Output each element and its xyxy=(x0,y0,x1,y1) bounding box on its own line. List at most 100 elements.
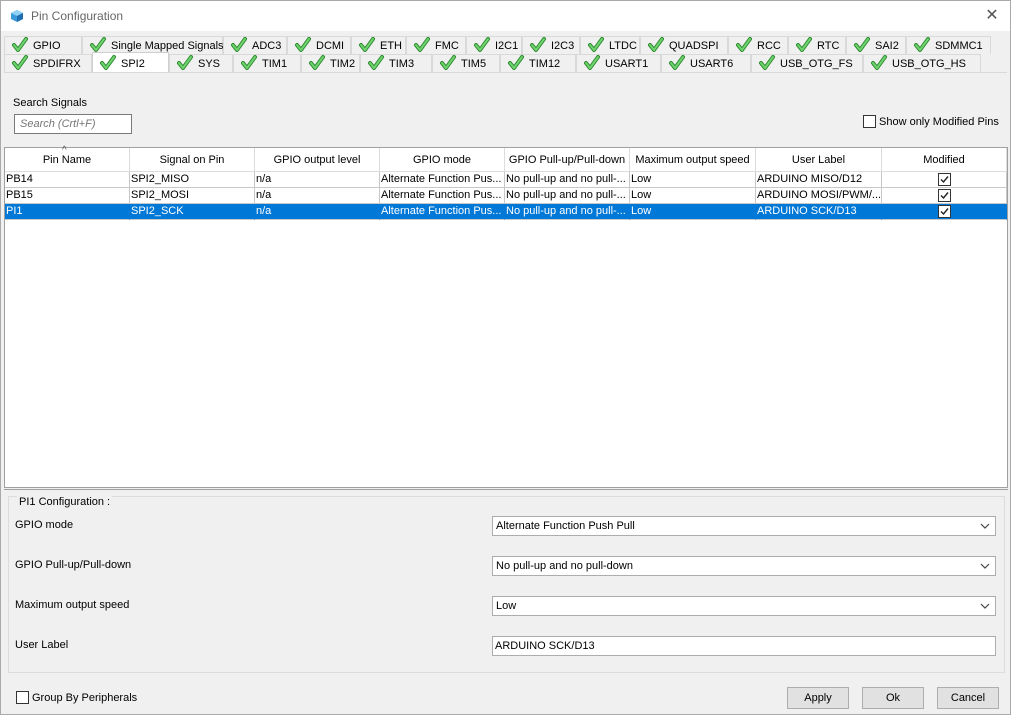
column-header[interactable]: User Label xyxy=(756,148,882,172)
modified-cell[interactable] xyxy=(882,188,1007,204)
column-header[interactable]: Modified xyxy=(882,148,1007,172)
max-speed-select[interactable]: Low xyxy=(492,596,996,616)
table-cell[interactable]: No pull-up and no pull-... xyxy=(505,172,630,188)
tab-spi2[interactable]: SPI2 xyxy=(92,52,169,72)
green-check-icon xyxy=(308,54,326,72)
tab-sdmmc1[interactable]: SDMMC1 xyxy=(906,36,991,54)
table-row[interactable]: PI1 SPI2_SCK n/a Alternate Function Pus... N… xyxy=(5,204,1007,220)
tab-label: GPIO xyxy=(33,40,61,52)
table-cell[interactable]: ARDUINO MISO/D12 xyxy=(756,172,882,188)
table-cell[interactable]: Alternate Function Pus... xyxy=(380,204,505,220)
tab-eth[interactable]: ETH xyxy=(351,36,406,54)
tab-i2c1[interactable]: I2C1 xyxy=(466,36,522,54)
tab-label: SDMMC1 xyxy=(935,40,983,52)
chevron-down-icon[interactable] xyxy=(978,559,992,573)
tab-gpio[interactable]: GPIO xyxy=(4,36,82,54)
max-speed-label: Maximum output speed xyxy=(15,599,130,611)
ok-button[interactable]: Ok xyxy=(862,687,924,709)
tab-tim12[interactable]: TIM12 xyxy=(500,54,576,72)
chevron-down-icon[interactable] xyxy=(978,599,992,613)
gpio-pull-select[interactable]: No pull-up and no pull-down xyxy=(492,556,996,576)
search-input[interactable] xyxy=(14,114,132,134)
tab-tim2[interactable]: TIM2 xyxy=(301,54,360,72)
table-cell[interactable]: Low xyxy=(630,188,756,204)
green-check-icon xyxy=(758,54,776,72)
green-check-icon xyxy=(795,36,813,54)
table-cell[interactable]: n/a xyxy=(255,188,380,204)
green-check-icon xyxy=(413,36,431,54)
column-header[interactable]: Pin Name ^ xyxy=(5,145,130,172)
cancel-button[interactable]: Cancel xyxy=(937,687,999,709)
green-check-icon xyxy=(853,36,871,54)
tab-label: QUADSPI xyxy=(669,40,719,52)
table-cell[interactable]: Low xyxy=(630,172,756,188)
tab-usart1[interactable]: USART1 xyxy=(576,54,661,72)
column-header-label: GPIO Pull-up/Pull-down xyxy=(508,154,626,166)
tab-adc3[interactable]: ADC3 xyxy=(223,36,287,54)
table-cell[interactable]: PB15 xyxy=(5,188,130,204)
column-header-label: User Label xyxy=(791,154,846,166)
column-header[interactable]: GPIO Pull-up/Pull-down xyxy=(505,148,630,172)
modified-cell[interactable] xyxy=(882,172,1007,188)
table-cell[interactable]: No pull-up and no pull-... xyxy=(505,188,630,204)
green-check-icon xyxy=(176,54,194,72)
green-check-icon xyxy=(473,36,491,54)
table-cell[interactable]: SPI2_MISO xyxy=(130,172,255,188)
tab-sys[interactable]: SYS xyxy=(169,54,233,72)
modified-cell[interactable] xyxy=(882,204,1007,220)
tab-i2c3[interactable]: I2C3 xyxy=(522,36,580,54)
table-cell[interactable]: SPI2_MOSI xyxy=(130,188,255,204)
table-row[interactable]: PB14 SPI2_MISO n/a Alternate Function Pus..… xyxy=(5,172,1007,188)
table-cell[interactable]: PB14 xyxy=(5,172,130,188)
group-by-peripherals-label: Group By Peripherals xyxy=(32,692,138,704)
table-cell[interactable]: n/a xyxy=(255,204,380,220)
modified-checkbox xyxy=(937,205,951,218)
tab-fmc[interactable]: FMC xyxy=(406,36,466,54)
green-check-icon xyxy=(99,54,117,72)
table-cell[interactable]: No pull-up and no pull-... xyxy=(505,204,630,220)
column-header[interactable]: GPIO mode xyxy=(380,148,505,172)
tab-tim5[interactable]: TIM5 xyxy=(432,54,500,72)
column-header[interactable]: Signal on Pin xyxy=(130,148,255,172)
user-label-field[interactable]: ARDUINO SCK/D13 xyxy=(492,636,996,656)
tab-tim3[interactable]: TIM3 xyxy=(360,54,432,72)
table-cell[interactable]: Low xyxy=(630,204,756,220)
table-row[interactable]: PB15 SPI2_MOSI n/a Alternate Function Pus..… xyxy=(5,188,1007,204)
tab-sai2[interactable]: SAI2 xyxy=(846,36,906,54)
table-cell[interactable]: PI1 xyxy=(5,204,130,220)
table-cell[interactable]: Alternate Function Pus... xyxy=(380,172,505,188)
gpio-mode-select[interactable]: Alternate Function Push Pull xyxy=(492,516,996,536)
green-check-icon xyxy=(11,36,29,54)
show-only-modified-box[interactable] xyxy=(863,115,876,128)
tab-usb-otg-fs[interactable]: USB_OTG_FS xyxy=(751,54,863,72)
tab-rcc[interactable]: RCC xyxy=(728,36,788,54)
gpio-mode-label: GPIO mode xyxy=(15,519,74,531)
group-by-peripherals-box[interactable] xyxy=(16,691,29,704)
close-icon[interactable]: ✕ xyxy=(982,6,1002,26)
table-cell[interactable]: n/a xyxy=(255,172,380,188)
tab-quadspi[interactable]: QUADSPI xyxy=(640,36,728,54)
column-header[interactable]: Maximum output speed xyxy=(630,148,756,172)
tab-label: USART1 xyxy=(605,58,649,70)
pin-table: Pin Name ^ Signal on Pin GPIO output level G… xyxy=(4,145,1008,488)
tab-rtc[interactable]: RTC xyxy=(788,36,846,54)
tab-dcmi[interactable]: DCMI xyxy=(287,36,351,54)
tab-label: DCMI xyxy=(316,40,345,52)
tab-tim1[interactable]: TIM1 xyxy=(233,54,301,72)
table-cell[interactable]: Alternate Function Pus... xyxy=(380,188,505,204)
tab-ltdc[interactable]: LTDC xyxy=(580,36,640,54)
group-by-peripherals-checkbox[interactable]: Group By Peripherals xyxy=(16,691,137,704)
column-header[interactable]: GPIO output level xyxy=(255,148,380,172)
tab-spdifrx[interactable]: SPDIFRX xyxy=(4,54,92,72)
green-check-icon xyxy=(294,36,312,54)
apply-button[interactable]: Apply xyxy=(787,687,849,709)
tab-usb-otg-hs[interactable]: USB_OTG_HS xyxy=(863,54,981,72)
tab-usart6[interactable]: USART6 xyxy=(661,54,751,72)
green-check-icon xyxy=(583,54,601,72)
show-only-modified-checkbox[interactable]: Show only Modified Pins xyxy=(863,115,999,128)
table-cell[interactable]: ARDUINO SCK/D13 xyxy=(756,204,882,220)
chevron-down-icon[interactable] xyxy=(978,519,992,533)
table-cell[interactable]: SPI2_SCK xyxy=(130,204,255,220)
table-cell[interactable]: ARDUINO MOSI/PWM/... xyxy=(756,188,882,204)
green-check-icon xyxy=(668,54,686,72)
